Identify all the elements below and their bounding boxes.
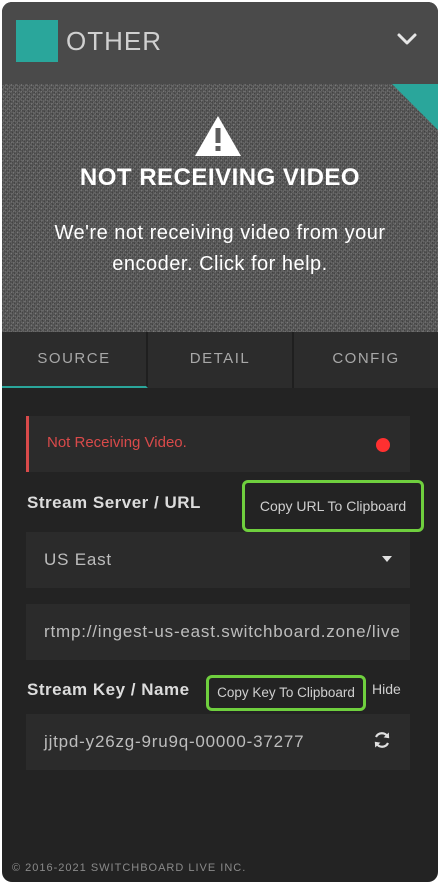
caret-down-icon — [382, 556, 392, 562]
stream-panel: OTHER NOT RECEIVING VIDEO We're not rece… — [2, 2, 438, 882]
copy-url-button[interactable]: Copy URL To Clipboard — [242, 480, 424, 532]
stream-key-label: Stream Key / Name — [27, 680, 190, 699]
copy-key-button[interactable]: Copy Key To Clipboard — [206, 675, 366, 711]
chevron-down-icon[interactable] — [396, 28, 418, 50]
corner-flag — [392, 84, 438, 130]
tab-source[interactable]: SOURCE — [2, 332, 148, 388]
warning-triangle-icon — [195, 116, 241, 156]
panel-header: OTHER — [2, 2, 438, 84]
stream-url-value: rtmp://ingest-us-east.switchboard.zone/l… — [44, 622, 401, 641]
panel-tabs: SOURCE DETAIL CONFIG — [2, 332, 438, 388]
status-text: Not Receiving Video. — [47, 434, 187, 451]
destination-title: OTHER — [66, 26, 162, 56]
stream-url-field[interactable]: rtmp://ingest-us-east.switchboard.zone/l… — [26, 604, 410, 660]
stream-key-field[interactable]: jjtpd-y26zg-9ru9q-00000-37277 — [26, 714, 410, 770]
video-status-heading: NOT RECEIVING VIDEO — [79, 164, 361, 191]
status-banner: Not Receiving Video. — [26, 416, 410, 472]
region-select-value: US East — [44, 550, 112, 569]
destination-color-swatch — [16, 20, 58, 62]
status-indicator-dot — [376, 438, 390, 452]
hide-key-link[interactable]: Hide — [372, 681, 401, 697]
tab-config[interactable]: CONFIG — [294, 332, 438, 388]
copyright-footer: © 2016-2021 SWITCHBOARD LIVE INC. — [12, 862, 247, 874]
refresh-icon[interactable] — [372, 730, 392, 750]
region-select[interactable]: US East — [26, 532, 410, 588]
stream-server-label: Stream Server / URL — [27, 493, 201, 512]
video-preview[interactable]: NOT RECEIVING VIDEO We're not receiving … — [2, 84, 438, 332]
stream-key-value: jjtpd-y26zg-9ru9q-00000-37277 — [44, 732, 305, 751]
tab-detail[interactable]: DETAIL — [148, 332, 294, 388]
video-help-message[interactable]: We're not receiving video from your enco… — [32, 218, 408, 280]
